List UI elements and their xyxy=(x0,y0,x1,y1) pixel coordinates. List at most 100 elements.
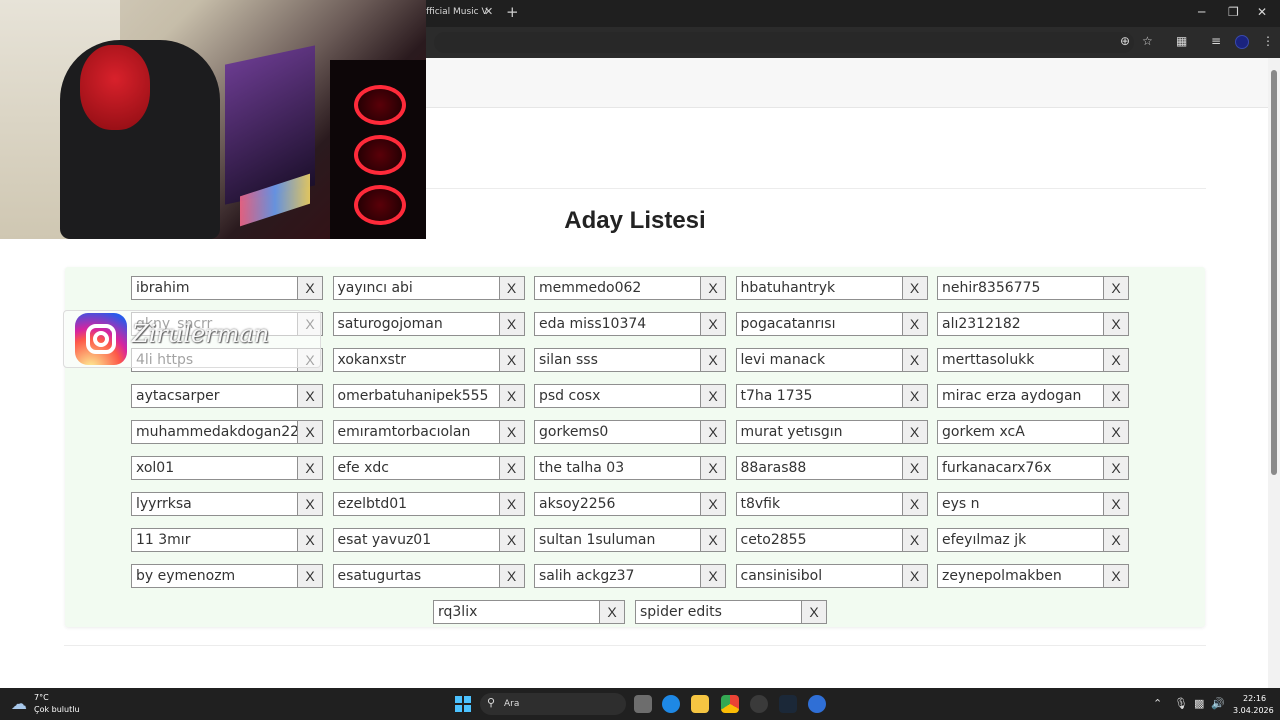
candidate-name-input[interactable]: esatugurtas xyxy=(332,564,500,588)
remove-candidate-button[interactable]: X xyxy=(298,384,323,408)
url-input[interactable] xyxy=(434,32,1134,53)
candidate-name-input[interactable]: mirac erza aydogan xyxy=(937,384,1104,408)
remove-candidate-button[interactable]: X xyxy=(902,384,928,408)
steam-icon[interactable] xyxy=(779,695,797,713)
chrome-icon[interactable] xyxy=(721,695,739,713)
media-icon[interactable]: ≡ xyxy=(1211,34,1221,48)
remove-candidate-button[interactable]: X xyxy=(902,564,928,588)
remove-candidate-button[interactable]: X xyxy=(902,348,928,372)
candidate-name-input[interactable]: 88aras88 xyxy=(735,456,903,480)
candidate-name-input[interactable]: silan sss xyxy=(534,348,701,372)
candidate-name-input[interactable]: zeynepolmakben xyxy=(937,564,1104,588)
candidate-name-input[interactable]: aksoy2256 xyxy=(534,492,701,516)
remove-candidate-button[interactable]: X xyxy=(701,564,726,588)
candidate-name-input[interactable]: nehir8356775 xyxy=(937,276,1104,300)
candidate-name-input[interactable]: eys n xyxy=(937,492,1104,516)
window-close-icon[interactable]: ✕ xyxy=(1257,5,1267,19)
candidate-name-input[interactable]: alı2312182 xyxy=(937,312,1104,336)
candidate-name-input[interactable]: hbatuhantryk xyxy=(735,276,903,300)
candidate-name-input[interactable]: efe xdc xyxy=(332,456,500,480)
remove-candidate-button[interactable]: X xyxy=(701,348,726,372)
minimize-icon[interactable]: ─ xyxy=(1198,5,1205,19)
remove-candidate-button[interactable]: X xyxy=(1104,456,1129,480)
remove-candidate-button[interactable]: X xyxy=(298,456,323,480)
candidate-name-input[interactable]: eda miss10374 xyxy=(534,312,701,336)
remove-candidate-button[interactable]: X xyxy=(499,564,525,588)
candidate-name-input[interactable]: memmedo062 xyxy=(534,276,701,300)
candidate-name-input[interactable]: aytacsarper xyxy=(131,384,298,408)
remove-candidate-button[interactable]: X xyxy=(298,420,323,444)
remove-candidate-button[interactable]: X xyxy=(499,276,525,300)
candidate-name-input[interactable]: merttasolukk xyxy=(937,348,1104,372)
candidate-name-input[interactable]: esat yavuz01 xyxy=(332,528,500,552)
remove-candidate-button[interactable]: X xyxy=(701,312,726,336)
task-view-icon[interactable] xyxy=(634,695,652,713)
candidate-name-input[interactable]: ezelbtd01 xyxy=(332,492,500,516)
candidate-name-input[interactable]: rq3lix xyxy=(433,600,600,624)
remove-candidate-button[interactable]: X xyxy=(499,312,525,336)
remove-candidate-button[interactable]: X xyxy=(1104,420,1129,444)
candidate-name-input[interactable]: xol01 xyxy=(131,456,298,480)
obs-icon[interactable] xyxy=(750,695,768,713)
remove-candidate-button[interactable]: X xyxy=(1104,528,1129,552)
menu-icon[interactable]: ⋮ xyxy=(1262,34,1274,48)
new-tab-icon[interactable]: + xyxy=(506,3,519,21)
remove-candidate-button[interactable]: X xyxy=(701,492,726,516)
remove-candidate-button[interactable]: X xyxy=(298,528,323,552)
remove-candidate-button[interactable]: X xyxy=(902,528,928,552)
candidate-name-input[interactable]: by eymenozm xyxy=(131,564,298,588)
candidate-name-input[interactable]: murat yetısgın xyxy=(735,420,903,444)
bookmark-star-icon[interactable]: ☆ xyxy=(1142,34,1153,48)
remove-candidate-button[interactable]: X xyxy=(802,600,827,624)
candidate-name-input[interactable]: sultan 1suluman xyxy=(534,528,701,552)
windows-start-icon[interactable] xyxy=(455,696,471,712)
candidate-name-input[interactable]: omerbatuhanipek555 xyxy=(332,384,500,408)
profile-avatar[interactable] xyxy=(1235,35,1249,49)
remove-candidate-button[interactable]: X xyxy=(1104,492,1129,516)
restore-icon[interactable]: ❐ xyxy=(1228,5,1239,19)
zoom-icon[interactable]: ⊕ xyxy=(1120,34,1130,48)
remove-candidate-button[interactable]: X xyxy=(902,492,928,516)
file-explorer-icon[interactable] xyxy=(691,695,709,713)
candidate-name-input[interactable]: salih ackgz37 xyxy=(534,564,701,588)
taskbar-search[interactable] xyxy=(480,693,626,715)
tab-title[interactable]: fficial Music V xyxy=(426,7,488,17)
remove-candidate-button[interactable]: X xyxy=(1104,564,1129,588)
candidate-name-input[interactable]: t7ha 1735 xyxy=(735,384,903,408)
remove-candidate-button[interactable]: X xyxy=(499,420,525,444)
candidate-name-input[interactable]: emıramtorbacıolan xyxy=(332,420,500,444)
app-icon[interactable] xyxy=(808,695,826,713)
candidate-name-input[interactable]: the talha 03 xyxy=(534,456,701,480)
candidate-name-input[interactable]: cansinisibol xyxy=(735,564,903,588)
candidate-name-input[interactable]: yayıncı abi xyxy=(332,276,500,300)
weather-temperature[interactable]: 7°C xyxy=(34,693,49,702)
remove-candidate-button[interactable]: X xyxy=(499,384,525,408)
candidate-name-input[interactable]: pogacatanrısı xyxy=(735,312,903,336)
remove-candidate-button[interactable]: X xyxy=(1104,312,1129,336)
remove-candidate-button[interactable]: X xyxy=(499,348,525,372)
candidate-name-input[interactable]: xokanxstr xyxy=(332,348,500,372)
clock-date[interactable]: 3.04.2026 xyxy=(1233,706,1274,715)
chevron-up-icon[interactable]: ⌃ xyxy=(1153,697,1162,710)
candidate-name-input[interactable]: levi manack xyxy=(735,348,903,372)
candidate-name-input[interactable]: ibrahim xyxy=(131,276,298,300)
candidate-name-input[interactable]: ceto2855 xyxy=(735,528,903,552)
remove-candidate-button[interactable]: X xyxy=(1104,348,1129,372)
candidate-name-input[interactable]: lyyrrksa xyxy=(131,492,298,516)
candidate-name-input[interactable]: muhammedakdogan22 xyxy=(131,420,298,444)
tab-close-icon[interactable]: ✕ xyxy=(484,5,493,18)
remove-candidate-button[interactable]: X xyxy=(701,528,726,552)
volume-icon[interactable]: 🔊 xyxy=(1211,697,1225,710)
remove-candidate-button[interactable]: X xyxy=(902,420,928,444)
candidate-name-input[interactable]: efeyılmaz jk xyxy=(937,528,1104,552)
candidate-name-input[interactable]: gorkem xcA xyxy=(937,420,1104,444)
remove-candidate-button[interactable]: X xyxy=(701,276,726,300)
remove-candidate-button[interactable]: X xyxy=(298,276,323,300)
candidate-name-input[interactable]: t8vfik xyxy=(735,492,903,516)
remove-candidate-button[interactable]: X xyxy=(499,456,525,480)
clock-time[interactable]: 22:16 xyxy=(1243,694,1266,703)
remove-candidate-button[interactable]: X xyxy=(902,312,928,336)
remove-candidate-button[interactable]: X xyxy=(499,492,525,516)
remove-candidate-button[interactable]: X xyxy=(902,456,928,480)
scrollbar-thumb[interactable] xyxy=(1271,70,1277,475)
